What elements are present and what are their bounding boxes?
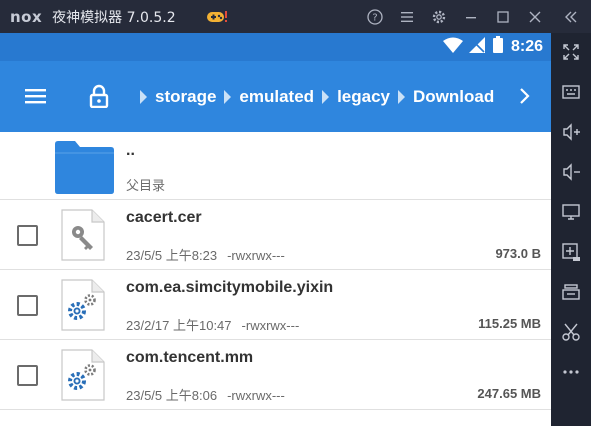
emulator-side-toolbar [551,33,591,426]
window-title: 夜神模拟器 7.0.5.2 [52,9,176,26]
file-meta: 23/5/5 上午8:23 -rwxrwx--- [126,245,285,264]
breadcrumb-arrow-icon [398,90,405,104]
emulator-title-bar: nox 夜神模拟器 7.0.5.2 ? [0,0,591,33]
file-date: 23/2/17 上午10:47 [126,318,232,333]
gear-file-icon [60,278,106,332]
cut-icon[interactable] [551,315,591,349]
signal-icon [468,36,485,58]
gamepad-icon[interactable] [206,10,227,24]
file-permissions: -rwxrwx--- [241,318,300,333]
breadcrumb-arrow-icon [140,90,147,104]
folder-icon [53,140,116,195]
lock-icon[interactable] [88,84,110,109]
select-checkbox[interactable] [17,295,38,316]
parent-directory-name: .. [126,142,135,159]
volume-up-icon[interactable] [551,115,591,149]
help-icon[interactable]: ? [359,0,391,33]
file-date: 23/5/5 上午8:23 [126,248,218,263]
file-meta: 23/5/5 上午8:06 -rwxrwx--- [126,385,285,404]
maximize-icon[interactable] [487,0,519,33]
file-name: com.ea.simcitymobile.yixin [126,279,334,296]
file-size: 973.0 B [495,246,541,261]
svg-text:?: ? [372,12,377,23]
more-icon[interactable] [551,355,591,389]
volume-down-icon[interactable] [551,155,591,189]
wifi-icon [442,37,463,58]
battery-icon [492,36,503,58]
collapse-icon[interactable] [551,0,591,33]
parent-directory-label: 父目录 [126,178,166,193]
breadcrumb-legacy[interactable]: legacy [322,87,398,107]
breadcrumb-emulated[interactable]: emulated [224,87,322,107]
file-size: 247.65 MB [477,386,541,401]
select-checkbox[interactable] [17,365,38,386]
screen-icon[interactable] [551,195,591,229]
file-date: 23/5/5 上午8:06 [126,388,218,403]
chevron-right-icon[interactable] [517,86,531,106]
status-clock: 8:26 [510,38,543,55]
breadcrumb-arrow-icon [322,90,330,104]
key-file-icon [60,208,106,262]
list-item[interactable]: cacert.cer 23/5/5 上午8:23 -rwxrwx--- 973.0… [0,200,551,270]
list-item[interactable]: com.ea.simcitymobile.yixin 23/2/17 上午10:… [0,270,551,340]
file-name: com.tencent.mm [126,349,254,366]
file-name: cacert.cer [126,209,202,226]
app-bar: storage emulated legacy Download [0,61,551,151]
minimize-icon[interactable] [455,0,487,33]
file-meta: 23/2/17 上午10:47 -rwxrwx--- [126,315,299,334]
file-permissions: -rwxrwx--- [227,248,285,263]
apk-install-icon[interactable] [551,235,591,269]
select-checkbox[interactable] [17,225,38,246]
keyboard-icon[interactable] [551,75,591,109]
breadcrumb: storage emulated legacy Download [140,80,502,114]
list-item[interactable]: com.tencent.mm 23/5/5 上午8:06 -rwxrwx--- 2… [0,340,551,410]
file-permissions: -rwxrwx--- [227,388,285,403]
gear-file-icon [60,348,106,402]
multi-instance-icon[interactable] [551,275,591,309]
close-icon[interactable] [519,0,551,33]
parent-directory-row[interactable]: .. 父目录 [0,132,551,200]
fullscreen-icon[interactable] [551,35,591,69]
breadcrumb-arrow-icon [224,90,232,104]
hamburger-menu-icon[interactable] [24,86,48,106]
android-screen: 8:26 storage emulated legacy Download ..… [0,33,551,426]
nox-logo: nox [10,7,43,26]
settings-icon[interactable] [423,0,455,33]
breadcrumb-storage[interactable]: storage [140,87,224,107]
file-size: 115.25 MB [478,316,541,331]
menu-icon[interactable] [391,0,423,33]
breadcrumb-download[interactable]: Download [398,87,502,107]
status-bar: 8:26 [0,33,551,61]
